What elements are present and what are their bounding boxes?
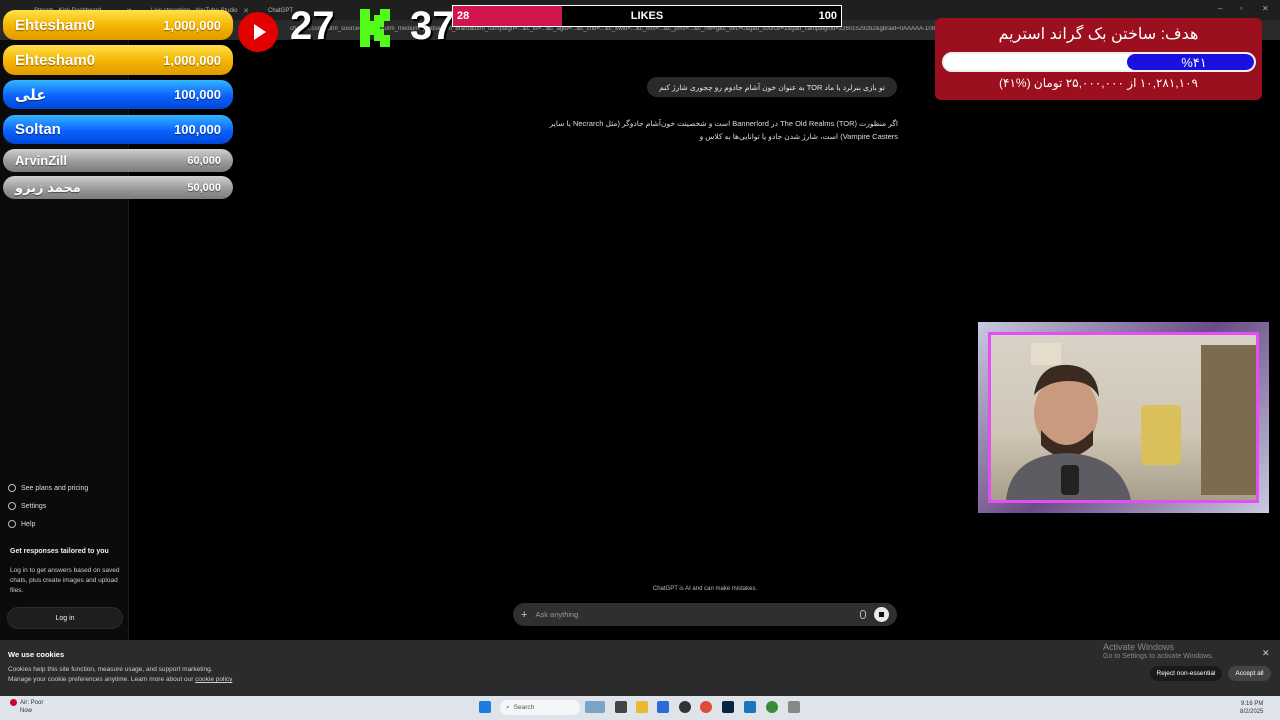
taskbar-clock[interactable]: 9:16 PM 8/2/2025 [1240, 700, 1263, 716]
store-icon[interactable] [657, 701, 669, 713]
gear-icon [8, 502, 16, 510]
webcam-feed [988, 332, 1259, 503]
photoshop-icon[interactable] [722, 701, 734, 713]
donor-name: Ehtesham0 [15, 16, 96, 34]
stop-icon [879, 612, 884, 617]
leaderboard-row: Ehtesham0 1,000,000 [3, 45, 233, 75]
help-link[interactable]: Help [8, 520, 35, 528]
stop-button[interactable] [874, 607, 889, 622]
search-icon: ⌕ [506, 703, 510, 711]
donor-name: علی [15, 86, 47, 104]
goal-progress-bar: %۴۱ [942, 52, 1256, 72]
message-composer: + [513, 603, 897, 626]
link-label: See plans and pricing [21, 484, 89, 492]
leaderboard-row: علی 100,000 [3, 80, 233, 109]
donor-amount: 1,000,000 [163, 17, 221, 33]
likes-progress-bar: LIKES 28 100 [452, 5, 842, 27]
user-message-bubble: تو بازی بنرلرد با ماد TOR به عنوان خون آ… [647, 77, 897, 97]
leaderboard-row: Ehtesham0 1,000,000 [3, 10, 233, 40]
cookie-line-prefix: Manage your cookie preferences anytime. … [8, 676, 194, 683]
plans-icon [8, 484, 16, 492]
windows-start-icon[interactable] [479, 701, 491, 713]
cookie-title: We use cookies [8, 650, 65, 659]
task-view-icon[interactable] [615, 701, 627, 713]
close-icon[interactable]: ✕ [1262, 648, 1270, 659]
search-label: Search [513, 704, 535, 711]
webcam-frame [978, 322, 1269, 513]
likes-target: 100 [818, 10, 837, 22]
goal-title: هدف: ساختن بک گراند استریم [998, 26, 1199, 43]
link-label: Help [21, 520, 36, 528]
chrome-icon[interactable] [700, 701, 712, 713]
donor-amount: 100,000 [174, 122, 221, 137]
obs-icon[interactable] [679, 701, 691, 713]
widget-icon[interactable] [585, 701, 605, 713]
weather-label: Air: Poor [20, 700, 44, 707]
donor-name: ArvinZill [15, 153, 68, 168]
weather-widget[interactable]: Air: Poor Now [10, 699, 43, 715]
donation-goal-widget: هدف: ساختن بک گراند استریم %۴۱ ۱۰,۲۸۱,۱۰… [935, 18, 1262, 100]
settings-link[interactable]: Settings [8, 502, 46, 510]
link-label: Settings [21, 502, 47, 510]
tool-icon[interactable] [788, 701, 800, 713]
reject-non-essential-button[interactable]: Reject non-essential [1150, 666, 1222, 681]
donor-amount: 50,000 [187, 181, 221, 194]
youtube-logo-icon [238, 12, 278, 52]
maximize-icon[interactable]: ▫ [1240, 4, 1243, 13]
taskbar-search[interactable]: ⌕ Search [500, 700, 580, 715]
minimize-icon[interactable]: – [1218, 4, 1222, 13]
cookie-line: Cookies help this site function, measure… [8, 666, 213, 673]
weather-sub: Now [20, 708, 33, 715]
play-icon [253, 24, 266, 40]
ai-disclaimer: ChatGPT is AI and can make mistakes. [652, 586, 758, 592]
accept-all-button[interactable]: Accept all [1228, 666, 1271, 681]
donor-amount: 100,000 [174, 87, 221, 102]
promo-title: Get responses tailored to you [10, 548, 109, 555]
donor-amount: 1,000,000 [163, 52, 221, 68]
donor-name: محمد زیزو [15, 179, 81, 195]
cookie-line: Manage your cookie preferences anytime. … [8, 675, 232, 685]
likes-label: LIKES [630, 10, 664, 22]
clock-time: 9:16 PM [1241, 701, 1264, 707]
goal-percent: %۴۱ [1181, 55, 1207, 70]
leaderboard-row: محمد زیزو 50,000 [3, 176, 233, 199]
air-quality-icon [10, 699, 17, 706]
screen: Stream - Kick Dashboard ✕ Live streaming… [0, 0, 1280, 720]
cookie-text: Cookies help this site function, measure… [8, 665, 232, 685]
donor-name: Ehtesham0 [15, 51, 96, 69]
cookie-banner: We use cookies Cookies help this site fu… [0, 640, 1280, 696]
clock-date: 8/2/2025 [1240, 709, 1264, 715]
likes-current: 28 [457, 10, 470, 22]
plus-icon[interactable]: + [521, 609, 527, 621]
activate-windows-title: Activate Windows [1103, 642, 1175, 652]
browser-icon[interactable] [766, 701, 778, 713]
answer-line: اگر منظورت The Old Realms (TOR) در Banne… [549, 119, 898, 128]
kick-logo-icon [360, 9, 390, 47]
assistant-answer: اگر منظورت The Old Realms (TOR) در Banne… [520, 117, 898, 143]
leaderboard-row: Soltan 100,000 [3, 115, 233, 144]
app-icon[interactable] [744, 701, 756, 713]
help-icon [8, 520, 16, 528]
close-window-icon[interactable]: ✕ [1262, 4, 1269, 13]
leaderboard-row: ArvinZill 60,000 [3, 149, 233, 172]
file-explorer-icon[interactable] [636, 701, 648, 713]
donor-name: Soltan [15, 121, 61, 138]
windows-taskbar: Air: Poor Now ⌕ Search 9:16 PM 8/2/2025 [0, 696, 1280, 720]
goal-progress-text: ۱۰,۲۸۱,۱۰۹ از ۲۵,۰۰۰,۰۰۰ تومان (%۴۱) [999, 76, 1198, 90]
activate-windows-subtitle: Go to Settings to activate Windows. [1103, 653, 1214, 660]
cookie-policy-link[interactable]: cookie policy [195, 676, 232, 683]
kick-viewer-count: 37 [410, 4, 455, 48]
prompt-input[interactable] [535, 610, 852, 619]
donor-amount: 60,000 [187, 154, 221, 167]
youtube-viewer-count: 27 [290, 4, 335, 48]
answer-line: Vampire Casters) است، شارژ شدن جادو یا ت… [699, 132, 898, 141]
microphone-icon[interactable] [860, 610, 866, 619]
log-in-button[interactable]: Log in [7, 607, 123, 629]
see-plans-link[interactable]: See plans and pricing [8, 484, 88, 492]
streamer-image [1006, 343, 1256, 500]
promo-text: Log in to get answers based on saved cha… [10, 567, 120, 594]
